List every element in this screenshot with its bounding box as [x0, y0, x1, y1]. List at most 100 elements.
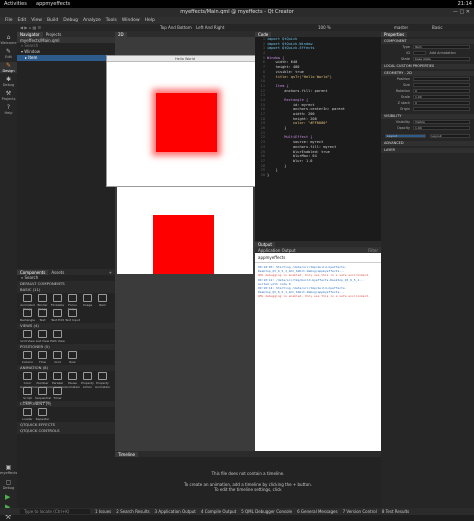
kit-selector[interactable]: ▣ myeffects: [0, 464, 17, 475]
pane-compile-output[interactable]: 4 Compile Output: [201, 509, 236, 514]
app-menu[interactable]: appmyeffects: [36, 1, 70, 7]
comp-flow[interactable]: Flow: [35, 350, 50, 365]
comp-parallel-animation[interactable]: Parallel Animation: [50, 371, 65, 389]
comp-flickable[interactable]: Flickable: [50, 293, 65, 308]
tab-layout-2[interactable]: Layout: [429, 134, 470, 138]
comp-text[interactable]: Text: [35, 308, 50, 323]
mode-edit[interactable]: ✎ Edit: [0, 48, 17, 59]
comp-animated-image[interactable]: Animated Image: [20, 293, 35, 311]
run-tab[interactable]: appmyeffects: [255, 253, 381, 263]
comp-loader[interactable]: Loader: [20, 407, 35, 422]
tree-item-item[interactable]: ▸ Item: [17, 55, 115, 61]
add-icon[interactable]: +: [106, 270, 115, 275]
pane-search-results[interactable]: 2 Search Results: [116, 509, 149, 514]
minimize-icon[interactable]: —: [453, 9, 458, 15]
build-config[interactable]: ▢ Debug: [0, 479, 17, 490]
menu-analyze[interactable]: Analyze: [83, 18, 101, 23]
menu-build[interactable]: Build: [47, 18, 58, 23]
close-icon[interactable]: ✕: [466, 9, 470, 15]
comp-property-animation[interactable]: Property Animation: [95, 371, 110, 389]
canvas-window[interactable]: [117, 186, 253, 274]
maximize-icon[interactable]: □: [459, 9, 464, 15]
comp-timer[interactable]: Timer: [50, 386, 65, 401]
comp-text-edit[interactable]: Text Edit: [50, 308, 65, 323]
style-combo[interactable]: Basic: [432, 25, 443, 30]
comp-list-view[interactable]: List View: [35, 329, 50, 344]
prop-field[interactable]: [413, 77, 470, 81]
tab-timeline[interactable]: Timeline: [115, 451, 139, 457]
prop-field[interactable]: 0: [413, 89, 470, 93]
section-layer[interactable]: LAYER: [381, 148, 474, 153]
menu-edit[interactable]: Edit: [18, 18, 27, 23]
comp-property-action[interactable]: Property Action: [80, 371, 95, 389]
prop-field[interactable]: [413, 83, 470, 87]
tab-assets[interactable]: Assets: [48, 270, 67, 275]
activities-button[interactable]: Activities: [4, 1, 27, 7]
mode-welcome[interactable]: ⌂ Welcome: [0, 34, 17, 45]
hello-world-window[interactable]: Hello World ✕: [106, 55, 264, 187]
section-qtquick-controls[interactable]: QTQUICK CONTROLS: [17, 428, 115, 434]
add-annotation-button[interactable]: Add Annotation: [430, 51, 456, 55]
comp-grid[interactable]: Grid: [50, 350, 65, 365]
comp-column[interactable]: Column: [20, 350, 35, 365]
comp-repeater[interactable]: Repeater: [35, 407, 50, 422]
comp-path-view[interactable]: Path View: [50, 329, 65, 344]
comp-color-animation[interactable]: Color Animation: [20, 371, 35, 389]
comp-border-image[interactable]: Border Image: [35, 293, 50, 311]
comp-text-input[interactable]: Text Input: [65, 308, 80, 323]
comp-item[interactable]: Item: [95, 293, 110, 308]
tab-output[interactable]: Output: [255, 241, 275, 247]
mode-design[interactable]: ✎ Design: [0, 62, 17, 73]
tab-code[interactable]: Code: [255, 31, 272, 37]
id-field[interactable]: [413, 51, 426, 55]
comp-row[interactable]: Row: [65, 350, 80, 365]
align-top-bottom[interactable]: Top And Bottom: [160, 25, 192, 30]
pane-general-messages[interactable]: 6 General Messages: [297, 509, 337, 514]
comp-number-animation[interactable]: Number Animation: [35, 371, 50, 389]
pane-issues[interactable]: 1 Issues: [95, 509, 111, 514]
comp-image[interactable]: Image: [80, 293, 95, 308]
locator-input[interactable]: Type to locate (Ctrl+K): [20, 509, 90, 514]
tab-2d[interactable]: 2D: [115, 31, 127, 37]
tab-layout-1[interactable]: Layout: [385, 134, 426, 138]
pane-test-results[interactable]: 8 Test Results: [382, 509, 409, 514]
align-left-right[interactable]: Left And Right: [196, 25, 224, 30]
section-advanced[interactable]: ADVANCED: [381, 141, 474, 146]
code-line[interactable]: 30}: [255, 173, 381, 178]
menu-window[interactable]: Window: [122, 18, 140, 23]
mode-debug[interactable]: ✱ Debug: [0, 76, 17, 87]
clock[interactable]: 21:14: [458, 1, 472, 7]
tab-projects[interactable]: Projects: [43, 32, 65, 37]
prop-field[interactable]: [413, 107, 470, 111]
mode-help[interactable]: ? Help: [0, 104, 17, 115]
menu-file[interactable]: File: [5, 18, 13, 23]
menu-tools[interactable]: Tools: [106, 18, 117, 23]
state-combo[interactable]: base state: [413, 57, 470, 61]
tab-navigator[interactable]: Navigator: [17, 31, 43, 37]
tab-components[interactable]: Components: [17, 269, 49, 275]
comp-sequential-animation[interactable]: Sequential Animation: [35, 386, 51, 404]
opacity-field[interactable]: 1.00: [413, 126, 470, 130]
type-field[interactable]: Item: [413, 45, 470, 49]
comp-rectangle[interactable]: Rectangle: [20, 308, 35, 323]
red-rectangle[interactable]: [153, 215, 214, 274]
menu-debug[interactable]: Debug: [63, 18, 78, 23]
tab-properties[interactable]: Properties: [381, 31, 408, 37]
pane-application-output[interactable]: 3 Application Output: [155, 509, 196, 514]
prop-field[interactable]: 1.00: [413, 95, 470, 99]
run-icon[interactable]: ▶: [5, 493, 10, 501]
pane-version-control[interactable]: 7 Version Control: [343, 509, 377, 514]
visible-checkbox[interactable]: Visible: [413, 120, 470, 124]
zoom-combo[interactable]: 100 %: [318, 25, 331, 30]
prop-field[interactable]: 0: [413, 101, 470, 105]
menu-help[interactable]: Help: [145, 18, 155, 23]
section-local-custom[interactable]: LOCAL CUSTOM PROPERTIES: [381, 64, 474, 69]
mode-projects[interactable]: ⚒ Projects: [0, 90, 17, 101]
filter-input[interactable]: Filter: [365, 248, 381, 253]
comp-focus-scope[interactable]: Focus Scope: [65, 293, 80, 311]
pane-qml-debugger[interactable]: 5 QML Debugger Console: [241, 509, 292, 514]
menu-view[interactable]: View: [31, 18, 42, 23]
comp-grid-view[interactable]: Grid View: [20, 329, 35, 344]
toolbar-icons[interactable]: ◀ ▶ ⌂ ▦ ☰: [20, 25, 41, 30]
comp-script-action[interactable]: Script Action: [20, 386, 35, 404]
